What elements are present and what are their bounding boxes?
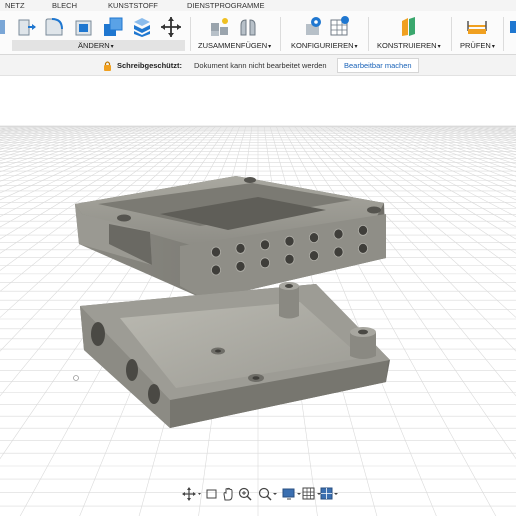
joint-icon[interactable] xyxy=(238,17,260,37)
separator xyxy=(190,17,191,51)
vent-hole xyxy=(210,246,221,258)
ribbon-tabs: NETZ BLECH KUNSTSTOFF DIENSTPROGRAMME xyxy=(0,0,516,11)
tab-dienstprogramme[interactable]: DIENSTPROGRAMME xyxy=(187,1,265,10)
offset-plane-icon[interactable] xyxy=(399,15,421,37)
orbit-icon[interactable] xyxy=(182,487,202,501)
shell-icon[interactable] xyxy=(74,17,94,37)
vent-hole xyxy=(333,246,344,258)
vent-hole xyxy=(235,260,246,272)
separator xyxy=(280,17,281,51)
vent-hole xyxy=(235,242,246,254)
vent-hole xyxy=(308,250,319,262)
read-only-bar: Schreibgeschützt: Dokument kann nicht be… xyxy=(0,55,516,76)
configure-icon[interactable] xyxy=(302,15,324,37)
press-pull-icon[interactable] xyxy=(17,17,37,37)
grid-icon[interactable] xyxy=(302,487,322,501)
read-only-title: Schreibgeschützt: xyxy=(117,61,183,70)
base-part[interactable] xyxy=(80,282,390,428)
vent-hole xyxy=(308,232,319,244)
combine-icon[interactable] xyxy=(102,16,124,38)
table-icon[interactable] xyxy=(329,15,351,37)
vent-hole xyxy=(210,264,221,276)
partial-tool-icon[interactable] xyxy=(0,18,8,36)
vent-hole xyxy=(357,224,368,236)
read-only-message: Dokument kann nicht bearbeitet werden xyxy=(194,61,327,70)
viewports-icon[interactable] xyxy=(320,487,338,501)
zoom-icon[interactable] xyxy=(258,487,278,501)
group-assemble-label[interactable]: ZUSAMMENFÜGEN▾ xyxy=(198,41,271,50)
navigation-bar xyxy=(178,487,338,501)
group-inspect-label[interactable]: PRÜFEN▾ xyxy=(460,41,495,50)
partial-tool-icon[interactable] xyxy=(510,19,516,35)
tab-kunststoff[interactable]: KUNSTSTOFF xyxy=(108,1,158,10)
new-component-icon[interactable] xyxy=(209,17,231,37)
display-settings-icon[interactable] xyxy=(282,487,302,501)
separator xyxy=(451,17,452,51)
measure-icon[interactable] xyxy=(466,18,488,36)
vent-hole xyxy=(284,253,295,265)
group-modify-label[interactable]: ÄNDERN▾ xyxy=(78,41,114,50)
lock-icon xyxy=(104,61,111,71)
zoom-window-icon[interactable] xyxy=(238,487,256,501)
split-body-icon[interactable] xyxy=(131,16,153,38)
vent-hole xyxy=(284,235,295,247)
fillet-icon[interactable] xyxy=(44,17,64,37)
vent-hole xyxy=(259,257,270,269)
toolbar-ribbon: ÄNDERN▾ ZUSAMMENFÜGEN▾ KONFIGURIEREN▾ KO… xyxy=(0,11,516,55)
vent-hole xyxy=(357,242,368,254)
origin-marker xyxy=(73,375,79,381)
separator xyxy=(368,17,369,51)
group-configure-label[interactable]: KONFIGURIEREN▾ xyxy=(291,41,358,50)
display-mode-icon[interactable] xyxy=(206,487,218,501)
vent-hole xyxy=(259,239,270,251)
vent-hole xyxy=(333,228,344,240)
separator xyxy=(503,17,504,51)
tab-netz[interactable]: NETZ xyxy=(5,1,25,10)
pan-icon[interactable] xyxy=(221,487,235,501)
group-construct-label[interactable]: KONSTRUIEREN▾ xyxy=(377,41,441,50)
move-icon[interactable] xyxy=(160,16,182,38)
3d-viewport[interactable] xyxy=(0,76,516,516)
make-editable-button[interactable]: Bearbeitbar machen xyxy=(337,58,419,73)
tab-blech[interactable]: BLECH xyxy=(52,1,77,10)
